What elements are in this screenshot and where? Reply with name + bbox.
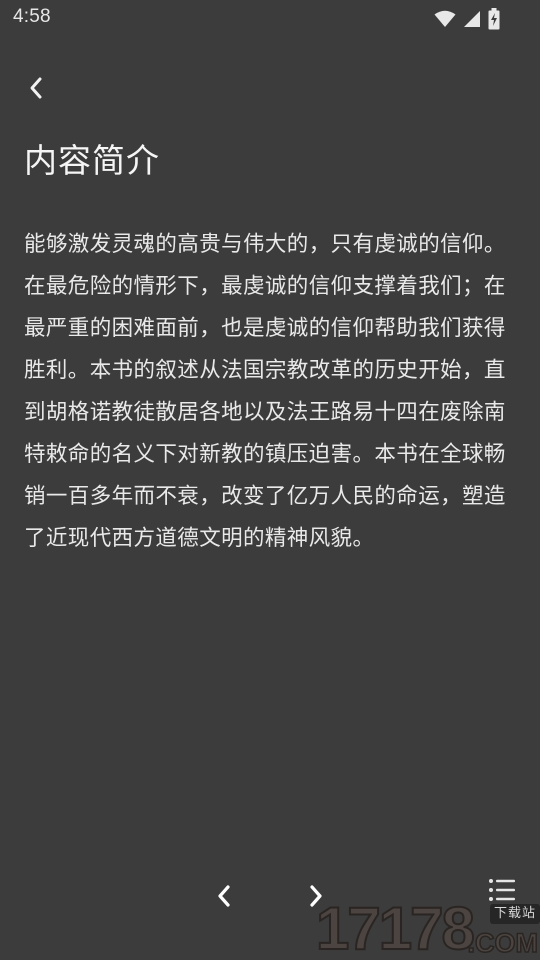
- status-icons: [434, 8, 500, 30]
- list-icon: [488, 877, 516, 907]
- table-of-contents-button[interactable]: [482, 872, 522, 912]
- status-bar: 4:58: [0, 0, 540, 36]
- reader-screen: 4:58 内容简介 能够激发灵魂的高贵与伟大的，只有虔诚的信仰。在最危险的情形下…: [0, 0, 540, 960]
- bottom-navigation: [0, 870, 540, 960]
- chevron-left-icon: [216, 884, 232, 912]
- status-time: 4:58: [13, 6, 51, 27]
- wifi-icon: [434, 10, 456, 28]
- cellular-signal-icon: [463, 10, 481, 28]
- back-button[interactable]: [18, 72, 54, 108]
- page-title: 内容简介: [24, 141, 160, 180]
- battery-charging-icon: [488, 8, 500, 30]
- chevron-right-icon: [308, 884, 324, 912]
- book-intro-text: 能够激发灵魂的高贵与伟大的，只有虔诚的信仰。在最危险的情形下，最虔诚的信仰支撑着…: [24, 232, 506, 551]
- next-page-button[interactable]: [296, 878, 336, 918]
- chevron-left-icon: [28, 76, 44, 104]
- previous-page-button[interactable]: [204, 878, 244, 918]
